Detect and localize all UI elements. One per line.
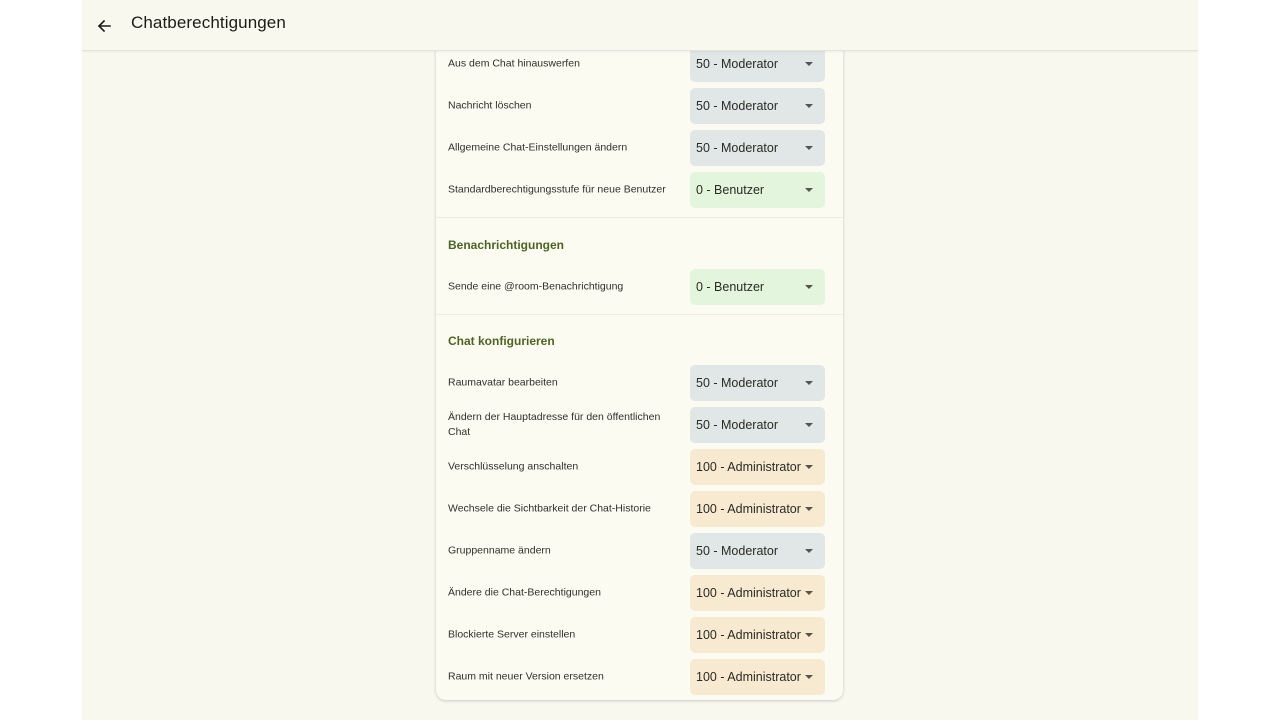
- power-level-dropdown[interactable]: 100 - Administrator: [690, 659, 825, 695]
- dropdown-arrow-icon: [805, 633, 813, 637]
- dropdown-value: 100 - Administrator: [696, 460, 801, 474]
- dropdown-value: 0 - Benutzer: [696, 280, 765, 294]
- permission-label: Gruppenname ändern: [448, 544, 551, 557]
- dropdown-arrow-icon: [805, 465, 813, 469]
- dropdown-value: 50 - Moderator: [696, 544, 778, 558]
- power-level-dropdown[interactable]: 0 - Benutzer: [690, 172, 825, 208]
- power-level-dropdown[interactable]: 100 - Administrator: [690, 575, 825, 611]
- permission-row-room-notification: Sende eine @room-Benachrichtigung 0 - Be…: [436, 266, 843, 308]
- dropdown-value: 0 - Benutzer: [696, 183, 765, 197]
- power-level-dropdown[interactable]: 50 - Moderator: [690, 533, 825, 569]
- permission-label: Sende eine @room-Benachrichtigung: [448, 280, 624, 293]
- permissions-card: Aus dem Chat hinauswerfen 50 - Moderator…: [436, 30, 843, 700]
- app-window: Chatberechtigungen Aus dem Chat hinauswe…: [82, 0, 1198, 720]
- permission-label: Nachricht löschen: [448, 99, 532, 112]
- section-divider: [436, 217, 843, 218]
- permission-label: Allgemeine Chat-Einstellungen ändern: [448, 141, 628, 154]
- permission-label: Raumavatar bearbeiten: [448, 376, 558, 389]
- power-level-dropdown[interactable]: 50 - Moderator: [690, 46, 825, 82]
- app-bar: Chatberechtigungen: [82, 0, 1198, 51]
- section-title-configure: Chat konfigurieren: [448, 334, 555, 348]
- permission-label: Verschlüsselung anschalten: [448, 460, 579, 473]
- permission-row-default-level: Standardberechtigungsstufe für neue Benu…: [436, 169, 843, 211]
- page-title: Chatberechtigungen: [131, 13, 286, 32]
- dropdown-arrow-icon: [805, 507, 813, 511]
- back-button[interactable]: [89, 11, 119, 41]
- permission-label: Standardberechtigungsstufe für neue Benu…: [448, 183, 666, 196]
- dropdown-arrow-icon: [805, 423, 813, 427]
- permission-row-main-address: Ändern der Hauptadresse für den öffentli…: [436, 404, 843, 446]
- section-title-notifications: Benachrichtigungen: [448, 238, 565, 252]
- permission-row-blocked-servers: Blockierte Server einstellen 100 - Admin…: [436, 614, 843, 656]
- dropdown-arrow-icon: [805, 549, 813, 553]
- dropdown-arrow-icon: [805, 591, 813, 595]
- dropdown-arrow-icon: [805, 104, 813, 108]
- dropdown-value: 50 - Moderator: [696, 376, 778, 390]
- permission-row-history-visibility: Wechsele die Sichtbarkeit der Chat-Histo…: [436, 488, 843, 530]
- permission-row-general-settings: Allgemeine Chat-Einstellungen ändern 50 …: [436, 127, 843, 169]
- power-level-dropdown[interactable]: 100 - Administrator: [690, 449, 825, 485]
- permission-label: Blockierte Server einstellen: [448, 628, 576, 641]
- arrow-left-icon: [97, 19, 111, 33]
- permission-row-group-name: Gruppenname ändern 50 - Moderator: [436, 530, 843, 572]
- dropdown-value: 100 - Administrator: [696, 502, 801, 516]
- dropdown-arrow-icon: [805, 146, 813, 150]
- section-divider: [436, 314, 843, 315]
- dropdown-value: 50 - Moderator: [696, 57, 778, 71]
- power-level-dropdown[interactable]: 50 - Moderator: [690, 407, 825, 443]
- permission-label: Ändern der Hauptadresse für den öffentli…: [448, 411, 661, 438]
- power-level-dropdown[interactable]: 50 - Moderator: [690, 365, 825, 401]
- permission-row-chat-permissions: Ändere die Chat-Berechtigungen 100 - Adm…: [436, 572, 843, 614]
- dropdown-value: 100 - Administrator: [696, 628, 801, 642]
- dropdown-value: 100 - Administrator: [696, 586, 801, 600]
- dropdown-arrow-icon: [805, 675, 813, 679]
- dropdown-arrow-icon: [805, 285, 813, 289]
- permission-label: Aus dem Chat hinauswerfen: [448, 57, 580, 70]
- dropdown-value: 50 - Moderator: [696, 141, 778, 155]
- permission-label: Raum mit neuer Version ersetzen: [448, 670, 604, 683]
- power-level-dropdown[interactable]: 100 - Administrator: [690, 491, 825, 527]
- dropdown-value: 100 - Administrator: [696, 670, 801, 684]
- permission-row-delete-message: Nachricht löschen 50 - Moderator: [436, 85, 843, 127]
- permission-row-encryption: Verschlüsselung anschalten 100 - Adminis…: [436, 446, 843, 488]
- power-level-dropdown[interactable]: 50 - Moderator: [690, 88, 825, 124]
- dropdown-arrow-icon: [805, 188, 813, 192]
- dropdown-arrow-icon: [805, 381, 813, 385]
- dropdown-value: 50 - Moderator: [696, 418, 778, 432]
- power-level-dropdown[interactable]: 50 - Moderator: [690, 130, 825, 166]
- dropdown-arrow-icon: [805, 62, 813, 66]
- power-level-dropdown[interactable]: 100 - Administrator: [690, 617, 825, 653]
- permission-row-room-avatar: Raumavatar bearbeiten 50 - Moderator: [436, 362, 843, 404]
- permission-row-room-upgrade: Raum mit neuer Version ersetzen 100 - Ad…: [436, 656, 843, 698]
- permission-label: Wechsele die Sichtbarkeit der Chat-Histo…: [448, 502, 651, 515]
- dropdown-value: 50 - Moderator: [696, 99, 778, 113]
- permission-label: Ändere die Chat-Berechtigungen: [448, 586, 601, 599]
- power-level-dropdown[interactable]: 0 - Benutzer: [690, 269, 825, 305]
